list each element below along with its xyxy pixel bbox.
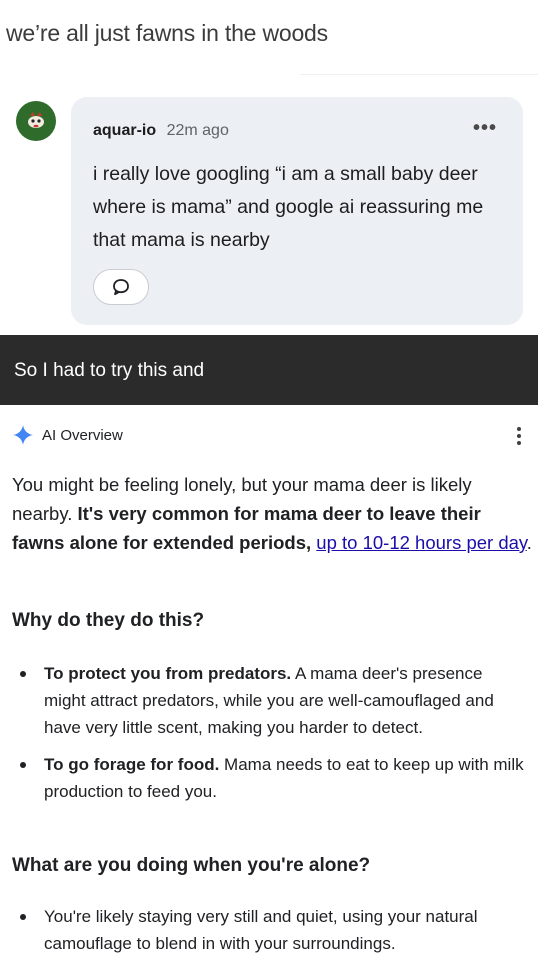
divider: [300, 74, 538, 75]
ai-overview-intro: You might be feeling lonely, but your ma…: [12, 470, 532, 557]
list-item: To go forage for food. Mama needs to eat…: [12, 751, 527, 805]
comment-meta: aquar-io 22m ago: [93, 122, 229, 140]
avatar-icon[interactable]: [16, 101, 56, 141]
why-list: To protect you from predators. A mama de…: [12, 660, 527, 815]
comment-bubble-icon: [113, 279, 129, 296]
comment-timestamp: 22m ago: [166, 122, 229, 139]
intro-link[interactable]: up to 10-12 hours per day: [316, 532, 527, 553]
comment-card: aquar-io 22m ago ••• i really love googl…: [71, 97, 523, 325]
ai-overview-header: AI Overview: [12, 424, 123, 446]
comment-username[interactable]: aquar-io: [93, 122, 156, 139]
alone-list: You're likely staying very still and qui…: [12, 903, 527, 959]
list-item: You're likely staying very still and qui…: [12, 903, 527, 957]
intro-end: .: [526, 532, 532, 553]
list-item-bold: To go forage for food.: [44, 755, 220, 774]
list-item-bold: To protect you from predators.: [44, 664, 292, 683]
ai-overview-label: AI Overview: [42, 426, 123, 444]
reply-button[interactable]: [93, 269, 149, 305]
post-caption: we’re all just fawns in the woods: [6, 20, 328, 46]
comment-text: i really love googling “i am a small bab…: [93, 163, 484, 251]
section-heading-why: Why do they do this?: [12, 610, 205, 631]
gemini-sparkle-icon: [13, 425, 33, 445]
kebab-menu-icon[interactable]: [516, 427, 522, 445]
section-heading-alone: What are you doing when you're alone?: [12, 855, 371, 876]
more-options-icon[interactable]: •••: [473, 117, 497, 140]
caption-bar-text: So I had to try this and: [14, 360, 205, 381]
caption-bar: So I had to try this and: [0, 335, 538, 405]
list-item: To protect you from predators. A mama de…: [12, 660, 527, 741]
list-item-text: You're likely staying very still and qui…: [44, 907, 478, 953]
